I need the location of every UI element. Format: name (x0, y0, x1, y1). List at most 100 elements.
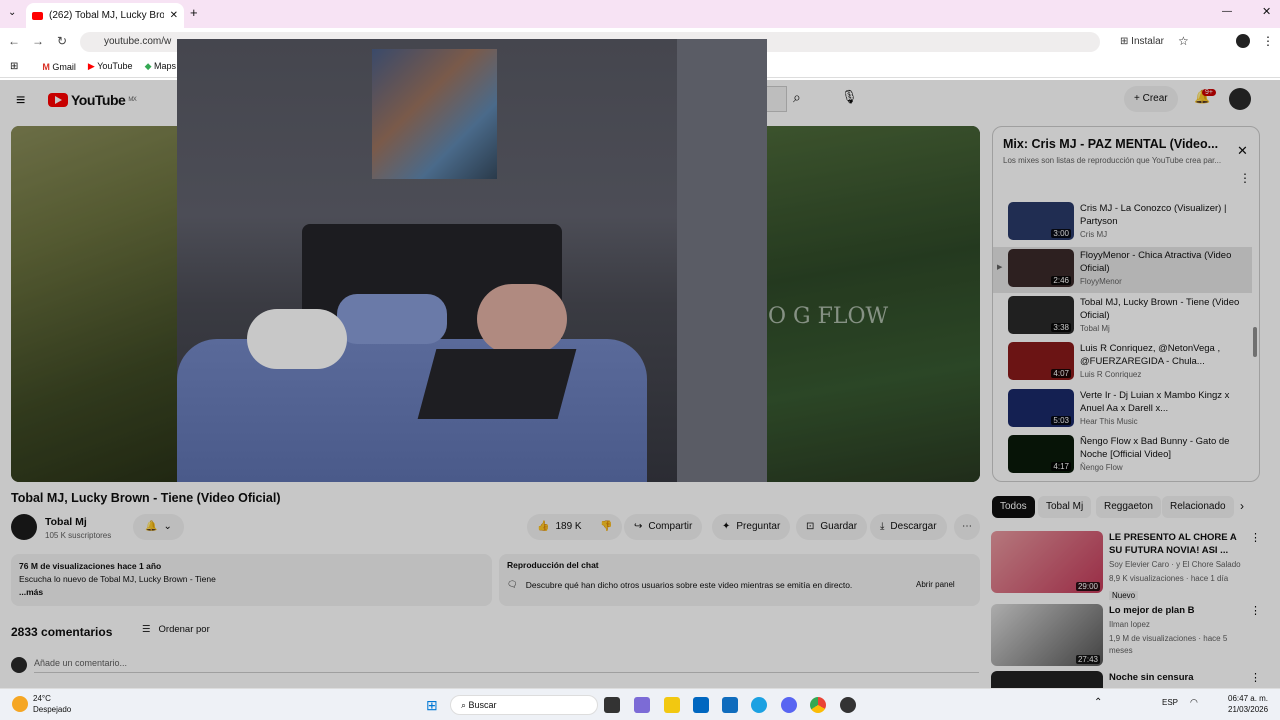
search-icon[interactable]: ⌕ (793, 89, 801, 106)
view-stats: 76 M de visualizaciones hace 1 año (19, 561, 162, 571)
new-tab-icon[interactable]: + (190, 5, 198, 20)
ask-button[interactable]: ✦ Preguntar (712, 514, 791, 540)
mic-icon[interactable]: 🎙 (841, 89, 858, 105)
create-button[interactable]: + Crear (1124, 86, 1178, 112)
edge-icon[interactable] (751, 697, 767, 713)
recommendation-item[interactable]: 27:43 Lo mejor de plan B Ilman lopez 1,9… (991, 604, 1261, 670)
recommendation-menu-icon[interactable]: ⋮ (1250, 604, 1261, 670)
task-view-icon[interactable] (604, 697, 620, 713)
star-icon[interactable]: ☆ (1178, 34, 1189, 48)
youtube-logo[interactable]: YouTube MX (48, 92, 137, 108)
playlist-menu-icon[interactable]: ⋮ (1239, 171, 1251, 185)
playlist-item[interactable]: 4:07 Luis R Conriquez, @NetonVega , @FUE… (1008, 342, 1252, 386)
browser-tab[interactable]: (262) Tobal MJ, Lucky Brown - T ✕ (26, 3, 184, 28)
chevron-right-icon[interactable]: › (1240, 499, 1244, 513)
outlook-icon[interactable] (722, 697, 738, 713)
recommendation-duration: 29:00 (1075, 582, 1100, 591)
playlist-scrollbar[interactable] (1252, 197, 1258, 477)
playlist-item[interactable]: 5:03 Verte Ir - Dj Luian x Mambo Kingz x… (1008, 389, 1252, 433)
tray-chevron-icon[interactable]: ⌃ (1094, 697, 1102, 708)
save-button[interactable]: ⊡ Guardar (796, 514, 868, 540)
playlist-item[interactable]: 3:00 Cris MJ - La Conozco (Visualizer) |… (1008, 202, 1252, 246)
back-icon[interactable]: ← (2, 34, 26, 48)
minimize-icon[interactable]: — (1222, 6, 1232, 17)
recommendation-title: LE PRESENTO AL CHORE A SU FUTURA NOVIA! … (1109, 532, 1237, 556)
windows-start-icon[interactable]: ⊞ (426, 697, 438, 714)
copilot-icon[interactable] (634, 697, 650, 713)
comments-count: 2833 comentarios (11, 625, 113, 639)
close-tab-icon[interactable]: ✕ (170, 10, 178, 21)
sort-icon: ☰ (142, 624, 151, 635)
playlist-item-title: Cris MJ - La Conozco (Visualizer) | Part… (1080, 203, 1227, 227)
chip-tobal-mj[interactable]: Tobal Mj (1038, 496, 1092, 518)
bell-icon: 🔔 (145, 521, 158, 532)
profile-avatar[interactable] (1236, 34, 1250, 48)
menu-icon[interactable]: ⋮ (1262, 34, 1274, 48)
clothes (247, 309, 347, 369)
playlist-item[interactable]: 2:46 FloyyMenor - Chica Atractiva (Video… (1008, 249, 1252, 293)
bookmark-icon: ⊡ (806, 521, 815, 532)
recommendation-item[interactable]: Noche sin censura ⋮ (991, 671, 1261, 688)
taskbar-search[interactable]: ⌕ Buscar (450, 695, 598, 715)
like-button[interactable]: 👍 189 K (527, 514, 592, 540)
playlist-item[interactable]: 3:38 Tobal MJ, Lucky Brown - Tiene (Vide… (1008, 296, 1252, 340)
chrome-icon[interactable] (810, 697, 826, 713)
chip-all[interactable]: Todos (992, 496, 1035, 518)
app-icon[interactable] (840, 697, 856, 713)
store-icon[interactable] (693, 697, 709, 713)
now-playing-icon: ▶ (997, 264, 1003, 271)
discord-icon[interactable] (781, 697, 797, 713)
hamburger-menu-icon[interactable]: ≡ (16, 92, 25, 110)
close-window-icon[interactable]: ✕ (1262, 5, 1271, 18)
apps-icon[interactable]: ⊞ (10, 61, 18, 72)
playlist-item[interactable]: 4:17 Ñengo Flow x Bad Bunny - Gato de No… (1008, 435, 1252, 479)
chip-related[interactable]: Relacionado (1162, 496, 1234, 518)
download-icon: ⤓ (880, 521, 885, 532)
channel-name[interactable]: Tobal Mj (45, 516, 87, 528)
file-explorer-icon[interactable] (664, 697, 680, 713)
playlist-title[interactable]: Mix: Cris MJ - PAZ MENTAL (Video... (1003, 137, 1218, 151)
playlist-item-channel: FloyyMenor (1080, 277, 1122, 286)
language-indicator[interactable]: ESP (1162, 698, 1178, 707)
chip-reggaeton[interactable]: Reggaeton (1096, 496, 1161, 518)
subscribe-bell-button[interactable]: 🔔 ⌄ (133, 514, 184, 540)
channel-avatar[interactable] (11, 514, 37, 540)
wifi-icon[interactable]: ◠ (1190, 697, 1198, 708)
forward-icon[interactable]: → (26, 34, 50, 48)
create-label: Crear (1142, 93, 1168, 104)
search-box[interactable] (767, 86, 787, 112)
playlist-thumbnail: 4:17 (1008, 435, 1074, 473)
recommendation-meta: 8,9 K visualizaciones · hace 1 día (1109, 574, 1229, 583)
browser-tab-bar: ⌄ (262) Tobal MJ, Lucky Brown - T ✕ + — … (0, 0, 1280, 28)
sparkle-icon: ✦ (722, 521, 731, 532)
bookmark-youtube[interactable]: ▶ YouTube (88, 61, 133, 72)
close-playlist-icon[interactable]: ✕ (1237, 143, 1248, 159)
dislike-button[interactable]: 👎 (590, 514, 623, 540)
share-button[interactable]: ↪ Compartir (624, 514, 703, 540)
recommendation-item[interactable]: 29:00 LE PRESENTO AL CHORE A SU FUTURA N… (991, 531, 1261, 600)
account-avatar[interactable] (1229, 88, 1251, 110)
bookmark-maps[interactable]: ◆ Maps (145, 61, 176, 72)
more-actions-button[interactable]: ⋯ (954, 514, 980, 540)
description-text: Escucha lo nuevo de Tobal MJ, Lucky Brow… (19, 574, 216, 584)
clock-time[interactable]: 06:47 a. m. (1228, 694, 1268, 703)
playlist-thumbnail: 3:38 (1008, 296, 1074, 334)
tab-list-icon[interactable]: ⌄ (8, 7, 16, 18)
playlist-thumbnail: 2:46 (1008, 249, 1074, 287)
reload-icon[interactable]: ↻ (50, 34, 74, 48)
recommendation-menu-icon[interactable]: ⋮ (1250, 531, 1261, 597)
weather-desc: Despejado (33, 705, 72, 714)
open-panel-button[interactable]: Abrir panel (916, 580, 955, 589)
install-button[interactable]: ⊞ Instalar (1120, 36, 1164, 47)
sort-button[interactable]: ☰ Ordenar por (142, 624, 210, 635)
logo-text: YouTube (71, 92, 126, 108)
weather-temp[interactable]: 24°C (33, 694, 51, 703)
bed-blanket (177, 339, 647, 482)
comment-input[interactable]: Añade un comentario... (34, 658, 979, 673)
download-button[interactable]: ⤓ Descargar (870, 514, 947, 540)
more-link[interactable]: ...más (19, 586, 484, 599)
recommendation-menu-icon[interactable]: ⋮ (1250, 671, 1261, 688)
playlist-item-title: Ñengo Flow x Bad Bunny - Gato de Noche [… (1080, 436, 1230, 460)
bookmark-gmail[interactable]: M Gmail (42, 62, 76, 72)
description-box[interactable]: 76 M de visualizaciones hace 1 año Escuc… (11, 554, 492, 606)
